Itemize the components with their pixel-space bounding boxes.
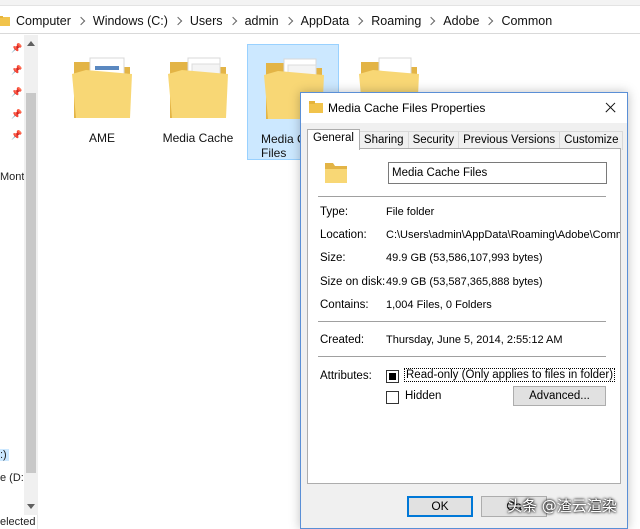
pin-icon[interactable]: 📌 (11, 131, 22, 140)
dialog-titlebar[interactable]: Media Cache Files Properties (301, 93, 627, 123)
watermark-text: 头条 @渣云渲染 (507, 497, 617, 515)
address-bar[interactable]: Computer Windows (C:) Users admin AppDat… (0, 8, 640, 34)
folder-icon (0, 15, 10, 26)
chevron-right-icon (284, 16, 293, 25)
ok-button[interactable]: OK (407, 496, 473, 517)
tab-general[interactable]: General (307, 129, 360, 150)
chevron-right-icon (355, 16, 364, 25)
properties-dialog: Media Cache Files Properties General Sha… (300, 92, 628, 529)
breadcrumb-roaming[interactable]: Roaming (371, 14, 443, 28)
scrollbar-thumb[interactable] (26, 93, 36, 473)
ribbon-edge (0, 0, 640, 6)
created-value: Thursday, June 5, 2014, 2:55:12 AM (386, 334, 563, 346)
chevron-right-icon (228, 16, 237, 25)
chevron-right-icon (485, 16, 494, 25)
size-value: 49.9 GB (53,586,107,993 bytes) (386, 252, 543, 264)
folder-media-cache[interactable]: Media Cache (152, 44, 244, 160)
chevron-right-icon (173, 16, 183, 25)
location-label: Location: (320, 229, 367, 241)
contains-value: 1,004 Files, 0 Folders (386, 299, 492, 311)
nav-scrollbar[interactable] (24, 35, 38, 515)
scroll-down-icon[interactable] (27, 504, 35, 509)
readonly-checkbox[interactable] (386, 370, 399, 383)
contains-label: Contains: (320, 299, 369, 311)
created-label: Created: (320, 334, 365, 346)
breadcrumb-common[interactable]: Common (501, 14, 552, 28)
hidden-checkbox[interactable] (386, 391, 399, 404)
tab-strip: General Sharing Security Previous Versio… (307, 129, 624, 150)
folder-icon (72, 57, 132, 118)
pin-icon[interactable]: 📌 (11, 88, 22, 97)
breadcrumb-adobe[interactable]: Adobe (443, 14, 501, 28)
dialog-title: Media Cache Files Properties (328, 101, 486, 115)
advanced-button[interactable]: Advanced... (513, 386, 606, 406)
status-bar-text: elected (0, 516, 36, 528)
scroll-up-icon[interactable] (27, 41, 35, 46)
breadcrumb-appdata[interactable]: AppData (301, 14, 372, 28)
folder-ame[interactable]: AME (56, 44, 148, 160)
location-value: C:\Users\admin\AppData\Roaming\Adobe\Com… (386, 229, 620, 241)
folder-label: AME (88, 131, 115, 145)
folder-icon (168, 57, 228, 118)
size-on-disk-label: Size on disk: (320, 276, 386, 288)
breadcrumb-admin[interactable]: admin (245, 14, 301, 28)
pin-icon[interactable]: 📌 (11, 44, 22, 53)
separator (318, 356, 606, 357)
hidden-label[interactable]: Hidden (405, 390, 441, 402)
size-on-disk-value: 49.9 GB (53,587,365,888 bytes) (386, 276, 543, 288)
attributes-label: Attributes: (320, 370, 372, 382)
breadcrumb-users[interactable]: Users (190, 14, 245, 28)
separator (318, 321, 606, 322)
chevron-right-icon (76, 16, 86, 25)
nav-item-drive-c[interactable]: :) (0, 449, 9, 461)
separator (318, 196, 606, 197)
pin-icon[interactable]: 📌 (11, 66, 22, 75)
folder-name-input[interactable] (388, 162, 607, 184)
size-label: Size: (320, 252, 346, 264)
type-value: File folder (386, 206, 435, 218)
folder-icon (325, 163, 347, 183)
nav-item-mont[interactable]: Mont (0, 171, 24, 183)
pin-icon[interactable]: 📌 (11, 110, 22, 119)
breadcrumb-computer[interactable]: Computer (16, 14, 93, 28)
close-icon[interactable] (593, 93, 627, 123)
breadcrumb-windows-c[interactable]: Windows (C:) (93, 14, 190, 28)
nav-item-drive-d[interactable]: e (D: (0, 472, 24, 484)
type-label: Type: (320, 206, 349, 218)
readonly-label[interactable]: Read-only (Only applies to files in fold… (403, 368, 616, 382)
folder-label: Media Cache (162, 131, 234, 145)
folder-icon (309, 101, 323, 113)
chevron-right-icon (427, 16, 436, 25)
general-tab-panel: Type: File folder Location: C:\Users\adm… (307, 148, 621, 484)
